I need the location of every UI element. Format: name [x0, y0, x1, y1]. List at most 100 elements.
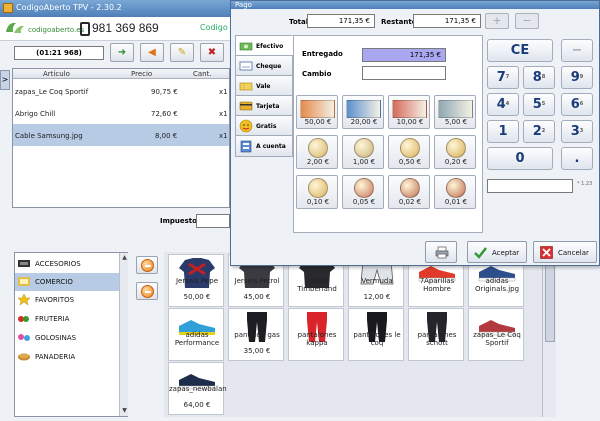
category-item[interactable]: FRUTERIA — [15, 310, 119, 328]
checkmark-icon — [474, 247, 487, 259]
product-tile[interactable]: zapas_Le Coq Sportif — [468, 308, 524, 361]
key-9[interactable]: 99 — [561, 66, 593, 89]
coin-button[interactable]: 1,00 € — [342, 135, 384, 169]
printer-icon — [435, 246, 449, 259]
key-1[interactable]: 1 — [487, 120, 519, 143]
delete-ticket-button[interactable]: ✖ — [200, 43, 224, 62]
key-7[interactable]: 77 — [487, 66, 519, 89]
scroll-up-icon[interactable]: ▲ — [121, 254, 128, 261]
column-header-qty[interactable]: Cant. — [193, 70, 212, 78]
given-label: Entregado — [302, 50, 343, 58]
new-ticket-button[interactable]: ➜ — [110, 43, 134, 62]
minus-key[interactable]: − — [561, 39, 593, 62]
product-tile[interactable]: pantalon gas 35,00 € — [228, 308, 284, 361]
product-tile[interactable]: pantalones kappa — [288, 308, 344, 361]
decimal-key[interactable]: . — [561, 147, 593, 170]
money-value-label: 2,00 € — [306, 158, 330, 166]
tab-cheque[interactable]: Cheque — [235, 55, 293, 77]
category-label: FAVORITOS — [35, 296, 75, 304]
table-row-selected[interactable]: Cable Samsung.jpg 8,00 € x1 — [13, 124, 229, 146]
product-tile[interactable]: pantalones schott — [408, 308, 464, 361]
table-row[interactable]: Abrigo Chill 72,60 € x1 — [13, 102, 229, 124]
banknote-button[interactable]: 10,00 € — [388, 95, 430, 129]
add-payment-button[interactable]: + — [485, 13, 509, 29]
tab-card[interactable]: Tarjeta — [235, 95, 293, 117]
remove-payment-button[interactable]: − — [515, 13, 539, 29]
key-sub-label: 6 — [579, 101, 584, 107]
key-3[interactable]: 33 — [561, 120, 593, 143]
category-item[interactable]: ACCESORIOS — [15, 255, 119, 273]
key-label: 1 — [498, 124, 508, 139]
coin-button[interactable]: 0,01 € — [434, 175, 476, 209]
key-label: 6 — [570, 97, 580, 112]
product-tile[interactable]: adidas Performance — [168, 308, 224, 361]
tab-free[interactable]: Gratis — [235, 115, 293, 137]
tab-label: A cuenta — [256, 143, 286, 150]
category-scrollbar[interactable]: ▲ ▼ — [119, 253, 128, 416]
table-row[interactable]: zapas_Le Coq Sportif 90,75 € x1 — [13, 80, 229, 102]
category-down-button[interactable] — [136, 282, 158, 300]
key-6[interactable]: 66 — [561, 93, 593, 116]
scroll-thumb[interactable] — [545, 262, 555, 342]
category-up-button[interactable] — [136, 256, 158, 274]
change-label: Cambio — [302, 70, 332, 78]
row-item: zapas_Le Coq Sportif — [15, 88, 89, 96]
key-label: 5 — [532, 97, 542, 112]
category-item-selected[interactable]: COMERCIO — [15, 273, 119, 291]
coin-button[interactable]: 0,10 € — [296, 175, 338, 209]
money-value-label: 0,05 € — [352, 198, 376, 206]
cancel-button[interactable]: Cancelar — [533, 241, 597, 263]
money-value-label: 0,10 € — [306, 198, 330, 206]
banknote-button[interactable]: 20,00 € — [342, 95, 384, 129]
key-label: 8 — [532, 70, 542, 85]
arrow-green-icon: ➜ — [117, 47, 127, 58]
tab-voucher[interactable]: Vale — [235, 75, 293, 97]
coin-icon — [400, 178, 420, 198]
row-item: Abrigo Chill — [15, 110, 56, 118]
print-button[interactable] — [425, 241, 457, 263]
given-field[interactable]: 171,35 € — [362, 48, 446, 62]
product-scrollbar[interactable] — [542, 252, 556, 417]
category-label: COMERCIO — [35, 278, 73, 286]
tab-cash[interactable]: Efectivo — [235, 35, 293, 57]
key-0[interactable]: 0 — [487, 147, 553, 170]
product-tile[interactable]: Jersels Pepe 50,00 € — [168, 254, 224, 307]
back-ticket-button[interactable]: ◀ — [140, 43, 164, 62]
logo-small-text: Codigo — [200, 23, 228, 32]
key-2[interactable]: 22 — [523, 120, 555, 143]
product-tile[interactable]: zapas_newbalan 64,00 € — [168, 362, 227, 415]
key-label: . — [574, 151, 580, 166]
ticket-id-field[interactable]: (01:21 968) — [14, 46, 104, 60]
column-header-price[interactable]: Precio — [131, 70, 152, 78]
candy-icon — [18, 334, 30, 341]
coin-button[interactable]: 0,20 € — [434, 135, 476, 169]
clear-entry-key[interactable]: CE — [487, 39, 553, 62]
dialog-footer: Aceptar Cancelar — [231, 237, 599, 265]
remaining-label: Restante — [381, 18, 417, 26]
product-price: 12,00 € — [363, 293, 391, 301]
tab-label: Vale — [256, 83, 271, 90]
coin-button[interactable]: 2,00 € — [296, 135, 338, 169]
money-value-label: 0,20 € — [444, 158, 468, 166]
side-panel-toggle[interactable]: > — [0, 70, 10, 90]
product-price: 50,00 € — [183, 293, 211, 301]
note-button[interactable]: ✎ — [170, 43, 194, 62]
key-4[interactable]: 44 — [487, 93, 519, 116]
key-5[interactable]: 55 — [523, 93, 555, 116]
coin-button[interactable]: 0,05 € — [342, 175, 384, 209]
column-header-item[interactable]: Artículo — [43, 70, 70, 78]
banknote-button[interactable]: 5,00 € — [434, 95, 476, 129]
product-tile[interactable]: pantalones le coq — [348, 308, 404, 361]
keypad-display[interactable] — [487, 179, 573, 193]
tab-on-account[interactable]: A cuenta — [235, 135, 293, 157]
coin-icon — [354, 178, 374, 198]
category-item[interactable]: GOLOSINAS — [15, 329, 119, 347]
coin-button[interactable]: 0,50 € — [388, 135, 430, 169]
scroll-down-icon[interactable]: ▼ — [121, 407, 128, 414]
accept-button[interactable]: Aceptar — [467, 241, 527, 263]
banknote-button[interactable]: 50,00 € — [296, 95, 338, 129]
category-item[interactable]: PANADERIA — [15, 348, 119, 366]
coin-button[interactable]: 0,02 € — [388, 175, 430, 209]
key-8[interactable]: 88 — [523, 66, 555, 89]
category-item[interactable]: FAVORITOS — [15, 291, 119, 309]
